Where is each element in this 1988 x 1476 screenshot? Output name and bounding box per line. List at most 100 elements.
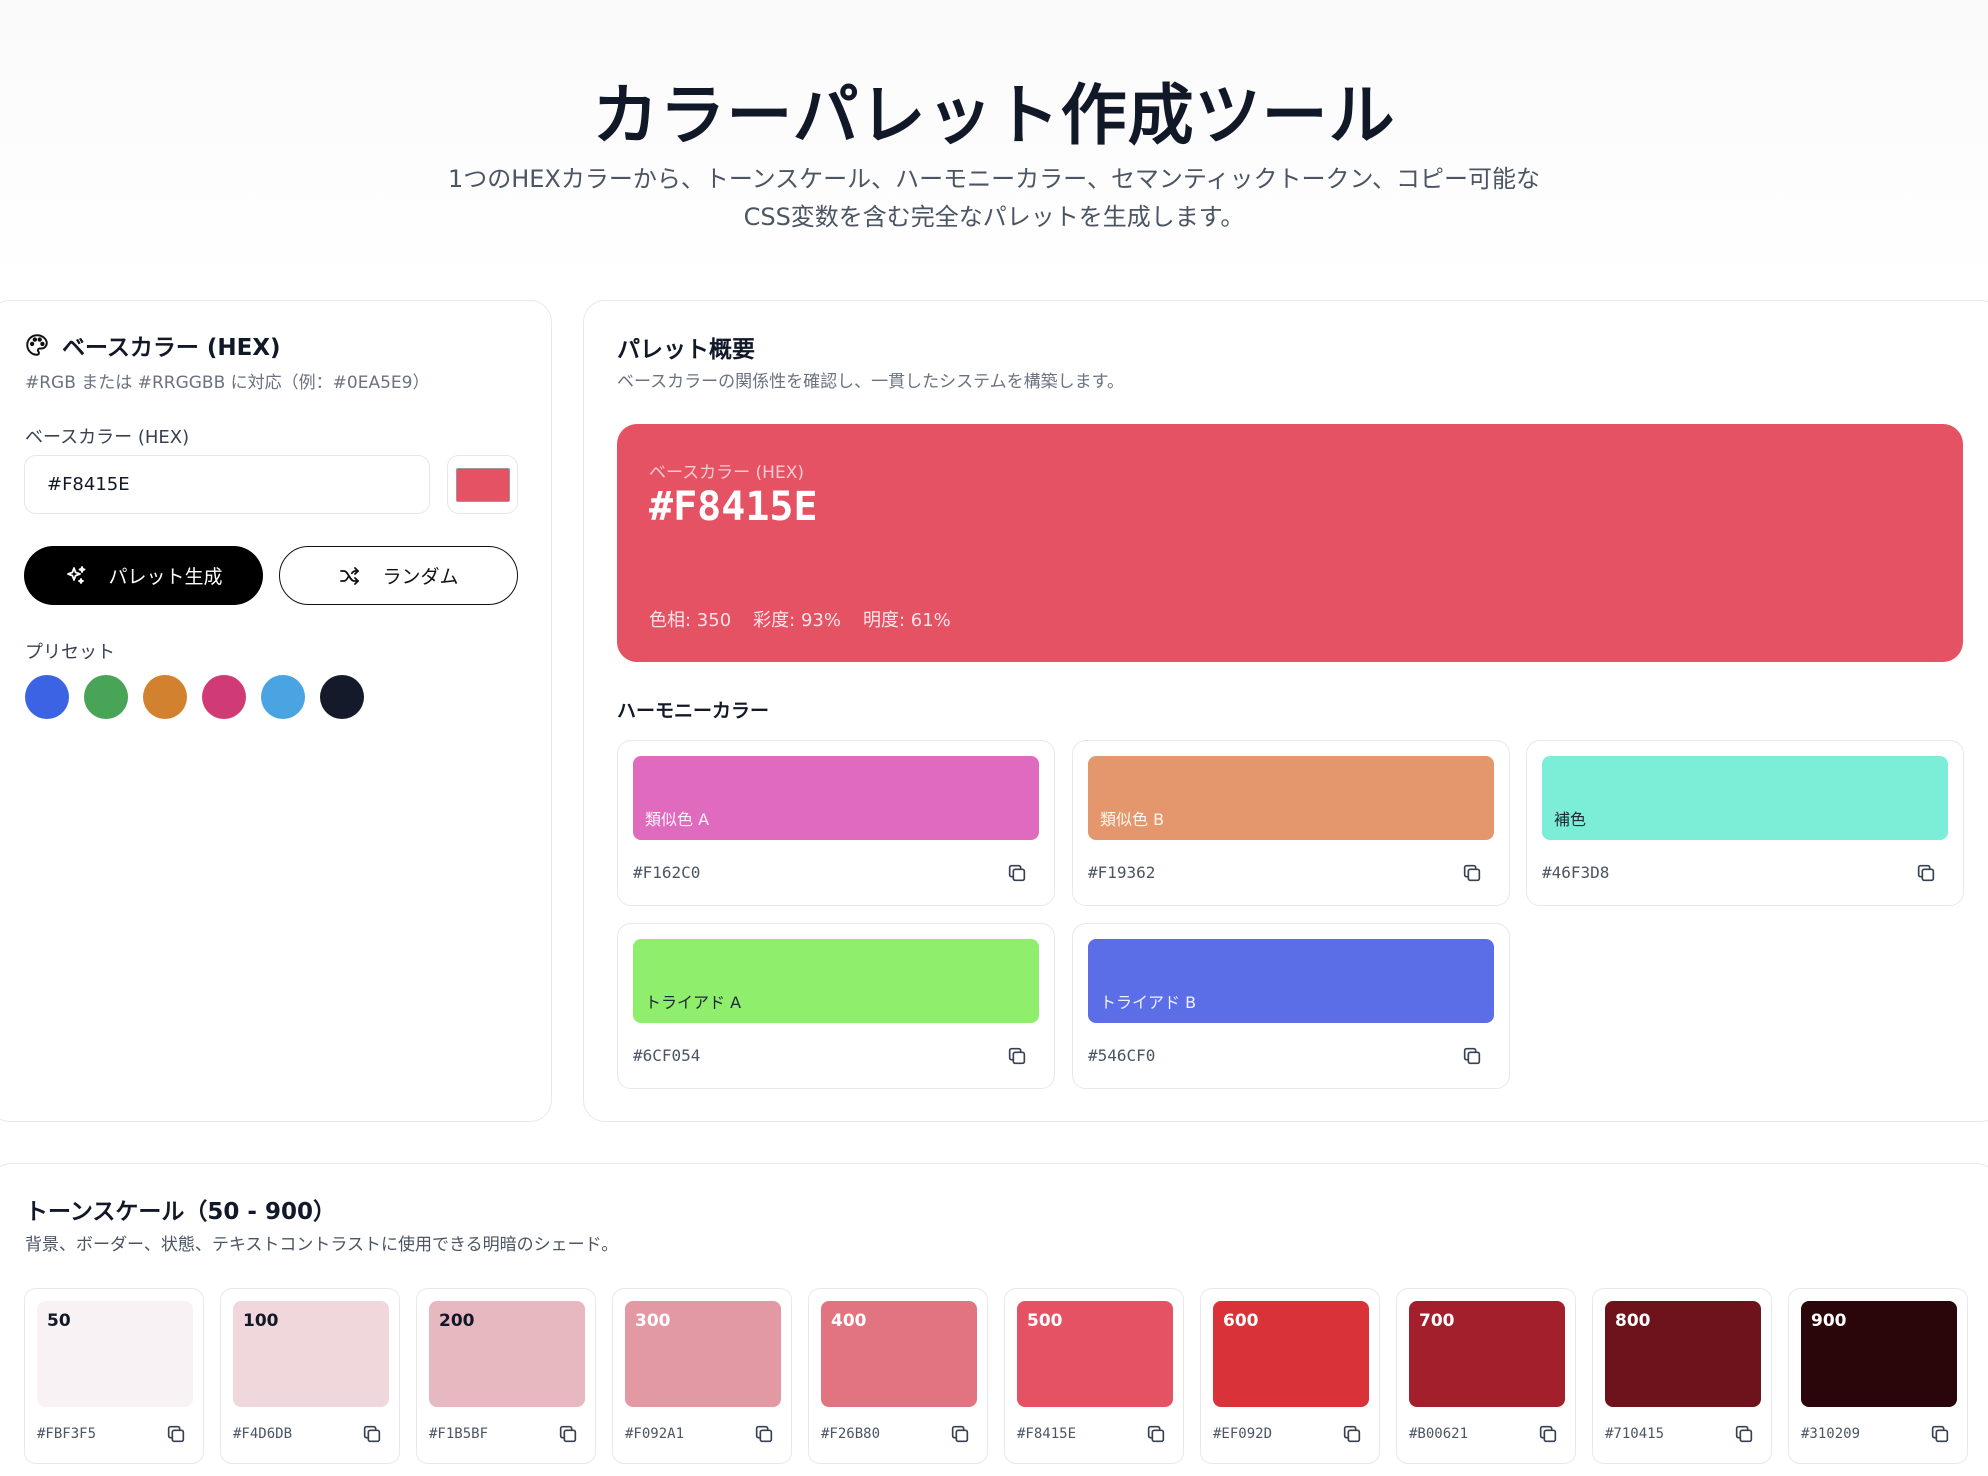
- harmony-hex: #546CF0: [1088, 1046, 1156, 1065]
- tone-scale-subtitle: 背景、ボーダー、状態、テキストコントラストに使用できる明暗のシェード。: [25, 1235, 619, 1255]
- tone-hex: #EF092D: [1213, 1426, 1273, 1442]
- base-color-hint: #RGB または #RRGGBB に対応（例：#0EA5E9）: [25, 373, 430, 393]
- harmony-hex: #F19362: [1088, 863, 1156, 882]
- tone-step-label: 800: [1615, 1311, 1651, 1331]
- hex-field-label: ベースカラー (HEX): [25, 427, 190, 448]
- tone-card: 100 #F4D6DB: [220, 1288, 400, 1464]
- hue-value: 色相: 350: [649, 610, 732, 631]
- harmony-swatch: トライアド A: [633, 939, 1039, 1023]
- page-subtitle-line2: CSS変数を含む完全なパレットを生成します。: [743, 203, 1245, 231]
- tone-scale-title: トーンスケール（50 - 900）: [25, 1199, 336, 1225]
- copy-icon[interactable]: [949, 1423, 971, 1445]
- copy-icon[interactable]: [361, 1423, 383, 1445]
- color-picker-button[interactable]: [447, 455, 518, 514]
- preset-swatches: [25, 675, 364, 719]
- generate-palette-button[interactable]: パレット生成: [24, 546, 263, 605]
- base-color-hex: #F8415E: [649, 484, 818, 530]
- tone-hex: #B00621: [1409, 1426, 1469, 1442]
- copy-icon[interactable]: [1461, 1045, 1483, 1067]
- tone-step-label: 900: [1811, 1311, 1847, 1331]
- harmony-swatch: トライアド B: [1088, 939, 1494, 1023]
- base-color-swatch-label: ベースカラー (HEX): [649, 463, 804, 483]
- tone-swatch: 300: [625, 1301, 781, 1407]
- copy-icon[interactable]: [1915, 862, 1937, 884]
- tone-card: 800 #710415: [1592, 1288, 1772, 1464]
- copy-icon[interactable]: [1461, 862, 1483, 884]
- base-color-title-text: ベースカラー (HEX): [62, 335, 281, 361]
- palette-overview-subtitle: ベースカラーの関係性を確認し、一貫したシステムを構築します。: [617, 372, 1124, 392]
- tone-hex: #F4D6DB: [233, 1426, 293, 1442]
- tone-swatch: 900: [1801, 1301, 1957, 1407]
- harmony-title: ハーモニーカラー: [617, 700, 770, 722]
- tone-swatch: 500: [1017, 1301, 1173, 1407]
- copy-icon[interactable]: [165, 1423, 187, 1445]
- random-button[interactable]: ランダム: [279, 546, 518, 605]
- harmony-swatch: 類似色 A: [633, 756, 1039, 840]
- harmony-card: 補色 #46F3D8: [1526, 740, 1964, 906]
- preset-swatch[interactable]: [143, 675, 187, 719]
- lightness-value: 明度: 61%: [862, 610, 951, 631]
- harmony-swatch-label: 類似色 A: [645, 810, 710, 829]
- saturation-value: 彩度: 93%: [753, 610, 841, 631]
- tone-step-label: 50: [47, 1311, 71, 1331]
- tone-swatch: 50: [37, 1301, 193, 1407]
- tone-step-label: 200: [439, 1311, 475, 1331]
- tone-step-label: 700: [1419, 1311, 1455, 1331]
- tone-swatch: 800: [1605, 1301, 1761, 1407]
- presets-label: プリセット: [25, 642, 115, 663]
- tone-swatch: 400: [821, 1301, 977, 1407]
- tone-card: 700 #B00621: [1396, 1288, 1576, 1464]
- tone-swatch: 100: [233, 1301, 389, 1407]
- palette-icon: [26, 334, 48, 356]
- tone-step-label: 600: [1223, 1311, 1259, 1331]
- harmony-swatch: 補色: [1542, 756, 1948, 840]
- generate-palette-label: パレット生成: [108, 566, 223, 588]
- tone-card: 300 #F092A1: [612, 1288, 792, 1464]
- page-header: カラーパレット作成ツール 1つのHEXカラーから、トーンスケール、ハーモニーカラ…: [0, 0, 1988, 290]
- preset-swatch[interactable]: [261, 675, 305, 719]
- copy-icon[interactable]: [1929, 1423, 1951, 1445]
- tone-card: 500 #F8415E: [1004, 1288, 1184, 1464]
- hex-input[interactable]: [24, 455, 430, 514]
- tone-card: 400 #F26B80: [808, 1288, 988, 1464]
- copy-icon[interactable]: [1145, 1423, 1167, 1445]
- tone-hex: #F26B80: [821, 1426, 881, 1442]
- base-color-panel-title: ベースカラー (HEX): [24, 328, 281, 362]
- copy-icon[interactable]: [1006, 1045, 1028, 1067]
- tone-hex: #F1B5BF: [429, 1426, 489, 1442]
- page-title: カラーパレット作成ツール: [592, 77, 1396, 154]
- page-subtitle: 1つのHEXカラーから、トーンスケール、ハーモニーカラー、セマンティックトークン…: [394, 160, 1594, 236]
- harmony-swatch: 類似色 B: [1088, 756, 1494, 840]
- copy-icon[interactable]: [753, 1423, 775, 1445]
- harmony-swatch-label: トライアド B: [1100, 993, 1197, 1012]
- harmony-hex: #6CF054: [633, 1046, 701, 1065]
- copy-icon[interactable]: [1733, 1423, 1755, 1445]
- tone-hex: #F092A1: [625, 1426, 685, 1442]
- page-subtitle-line1: 1つのHEXカラーから、トーンスケール、ハーモニーカラー、セマンティックトークン…: [447, 165, 1541, 193]
- harmony-swatch-label: トライアド A: [645, 993, 742, 1012]
- harmony-card: トライアド A #6CF054: [617, 923, 1055, 1089]
- tone-hex: #310209: [1801, 1426, 1861, 1442]
- tone-swatch: 700: [1409, 1301, 1565, 1407]
- preset-swatch[interactable]: [202, 675, 246, 719]
- palette-overview-title: パレット概要: [617, 337, 755, 363]
- copy-icon[interactable]: [1341, 1423, 1363, 1445]
- harmony-swatch-label: 補色: [1554, 810, 1587, 829]
- tone-hex: #710415: [1605, 1426, 1665, 1442]
- harmony-hex: #F162C0: [633, 863, 701, 882]
- shuffle-icon: [340, 566, 360, 585]
- preset-swatch[interactable]: [320, 675, 364, 719]
- color-picker-swatch: [455, 467, 510, 502]
- harmony-card: トライアド B #546CF0: [1072, 923, 1510, 1089]
- copy-icon[interactable]: [1537, 1423, 1559, 1445]
- preset-swatch[interactable]: [84, 675, 128, 719]
- copy-icon[interactable]: [1006, 862, 1028, 884]
- tone-step-label: 400: [831, 1311, 867, 1331]
- preset-swatch[interactable]: [25, 675, 69, 719]
- copy-icon[interactable]: [557, 1423, 579, 1445]
- tone-card: 50 #FBF3F5: [24, 1288, 204, 1464]
- tone-card: 900 #310209: [1788, 1288, 1968, 1464]
- harmony-card: 類似色 A #F162C0: [617, 740, 1055, 906]
- tone-hex: #F8415E: [1017, 1426, 1077, 1442]
- harmony-swatch-label: 類似色 B: [1100, 810, 1165, 829]
